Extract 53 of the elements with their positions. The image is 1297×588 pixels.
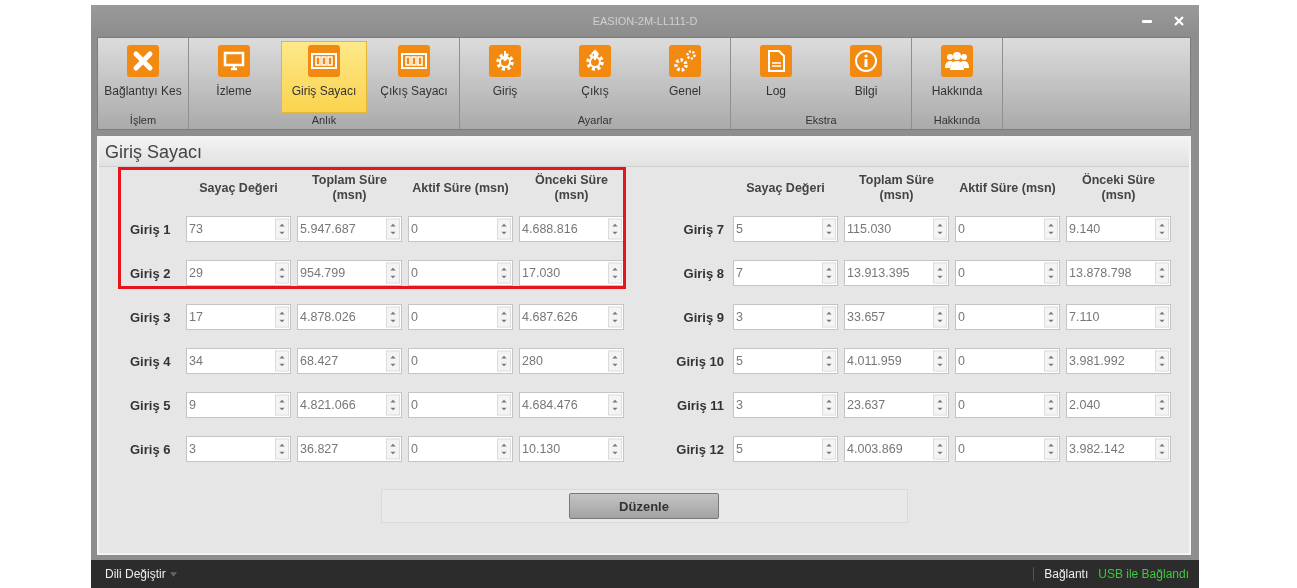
group-label: İşlem (128, 114, 158, 128)
close-icon[interactable] (1173, 15, 1185, 27)
gears-icon (669, 45, 701, 77)
people-icon (941, 45, 973, 77)
caret-icon (169, 571, 177, 577)
column-header: Önceki Süre (msn) (534, 173, 609, 203)
group-label: Anlık (310, 114, 338, 128)
row-label: Giriş 1 (129, 221, 172, 237)
row-label: Giriş 4 (129, 353, 172, 369)
row-label: Giriş 9 (682, 309, 725, 325)
group-label: Ekstra (804, 114, 838, 128)
group-label: Hakkında (932, 114, 982, 128)
row-label: Giriş 10 (675, 353, 725, 369)
column-header: Sayaç Değeri (198, 180, 279, 196)
column-header: Toplam Süre (msn) (311, 173, 388, 203)
row-label: Giriş 11 (676, 397, 725, 413)
row-label: Giriş 6 (129, 441, 172, 457)
connection-label: Bağlantı (1044, 567, 1089, 581)
column-header: Sayaç Değeri (745, 180, 826, 196)
ribbon-button[interactable]: Hakkında (914, 41, 1000, 113)
language-dropdown[interactable]: Dili Değiştir (105, 567, 177, 581)
close-icon (127, 45, 159, 77)
document-icon (760, 45, 792, 77)
column-header: Önceki Süre (msn) (1081, 173, 1156, 203)
ribbon-button[interactable]: Bağlantıyı Kes (100, 41, 186, 113)
section-title: Giriş Sayacı (105, 141, 203, 163)
column-header: Toplam Süre (msn) (858, 173, 935, 203)
ribbon-button[interactable]: Giriş (462, 41, 548, 113)
edit-button[interactable]: Düzenle (569, 493, 719, 519)
column-header: Aktif Süre (msn) (958, 180, 1057, 196)
ribbon-button[interactable]: Çıkış (552, 41, 638, 113)
connection-status: USB ile Bağlandı (1098, 567, 1189, 581)
counter-icon (308, 45, 340, 77)
row-label: Giriş 12 (675, 441, 725, 457)
monitor-icon (218, 45, 250, 77)
row-label: Giriş 8 (682, 265, 725, 281)
ribbon-button[interactable]: Giriş Sayacı (281, 41, 367, 113)
info-icon (850, 45, 882, 77)
window-title: EASION-2M-LL111-D (592, 15, 698, 27)
ribbon-button[interactable]: İzleme (191, 41, 277, 113)
column-header: Aktif Süre (msn) (411, 180, 510, 196)
ribbon-button[interactable]: Bilgi (823, 41, 909, 113)
row-label: Giriş 3 (129, 309, 172, 325)
row-label: Giriş 7 (682, 221, 725, 237)
gear-icon (579, 45, 611, 77)
row-label: Giriş 5 (129, 397, 172, 413)
gear-icon (489, 45, 521, 77)
ribbon-button[interactable]: Genel (642, 41, 728, 113)
group-label: Ayarlar (576, 114, 614, 128)
ribbon-button[interactable]: Çıkış Sayacı (371, 41, 457, 113)
counter-icon (398, 45, 430, 77)
ribbon-button[interactable]: Log (733, 41, 819, 113)
row-label: Giriş 2 (129, 265, 172, 281)
